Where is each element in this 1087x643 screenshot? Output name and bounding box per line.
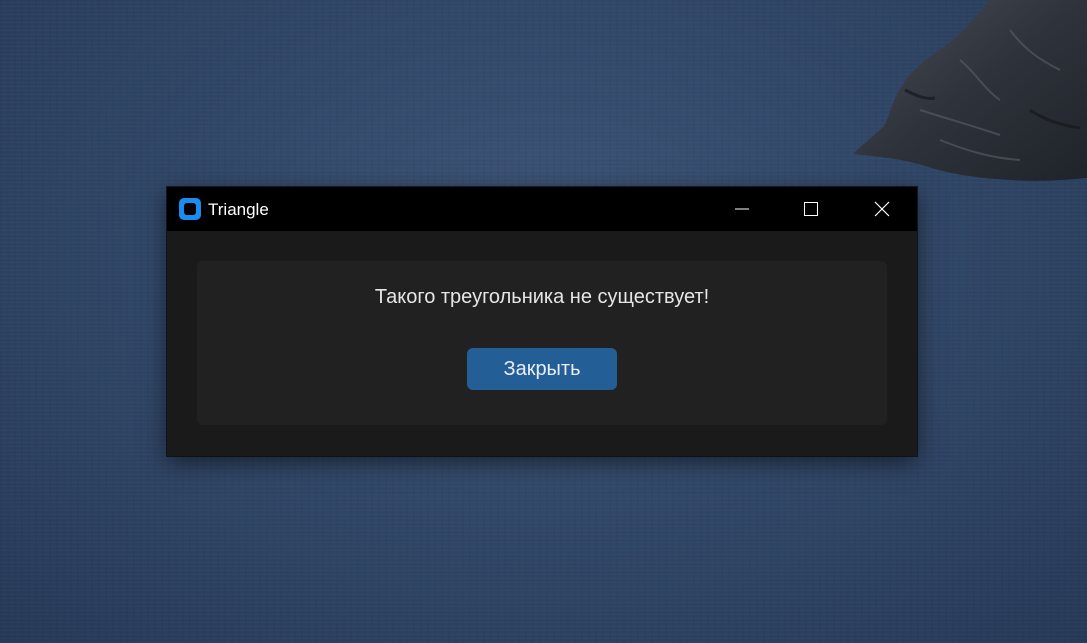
message-frame: Такого треугольника не существует! Закры… xyxy=(197,261,887,425)
close-dialog-button[interactable]: Закрыть xyxy=(467,348,617,390)
minimize-button[interactable] xyxy=(719,187,765,231)
minimize-icon xyxy=(735,208,749,210)
maximize-button[interactable] xyxy=(788,187,834,231)
window-title: Triangle xyxy=(208,200,269,219)
title-bar[interactable]: Triangle xyxy=(167,187,917,231)
maximize-icon xyxy=(804,202,818,216)
error-message: Такого треугольника не существует! xyxy=(374,286,710,308)
close-window-button[interactable] xyxy=(859,187,905,231)
dialog-window: Triangle Такого треугольника не существу… xyxy=(167,187,917,456)
app-icon xyxy=(179,198,201,220)
close-icon xyxy=(874,201,890,217)
